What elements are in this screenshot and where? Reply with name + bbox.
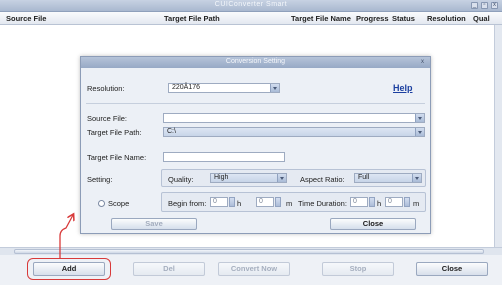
close-button[interactable]: Close: [416, 262, 488, 276]
app-titlebar: CUIConverter Smart _ ▫ x: [0, 0, 502, 12]
column-source-file[interactable]: Source File: [6, 14, 46, 23]
resolution-value: 220Â176: [172, 84, 201, 91]
aspect-ratio-label: Aspect Ratio:: [300, 175, 345, 184]
maximize-button[interactable]: ▫: [481, 2, 488, 9]
source-file-label: Source File:: [87, 114, 128, 123]
help-link[interactable]: Help: [393, 83, 413, 93]
list-header: Source File Target File Path Target File…: [0, 12, 502, 25]
duration-hours-spinner-icon[interactable]: [369, 197, 375, 207]
duration-minutes-spinner-icon[interactable]: [404, 197, 410, 207]
begin-from-label: Begin from:: [168, 199, 207, 208]
duration-hours-unit: h: [377, 199, 382, 208]
app-title: CUIConverter Smart: [214, 1, 288, 8]
aspect-ratio-value: Full: [358, 174, 370, 181]
duration-hours-input[interactable]: 0: [350, 197, 368, 207]
dialog-close-button[interactable]: Close: [330, 218, 416, 230]
dialog-title: Conversion Setting: [225, 58, 286, 65]
source-file-browse-icon[interactable]: [415, 114, 424, 122]
resolution-label: Resolution:: [87, 84, 125, 93]
duration-minutes-unit: m: [413, 199, 420, 208]
begin-minutes-spinner-icon[interactable]: [275, 197, 281, 207]
save-button[interactable]: Save: [111, 218, 197, 230]
begin-hours-spinner-icon[interactable]: [229, 197, 235, 207]
begin-minutes-unit: m: [286, 199, 293, 208]
separator: [86, 103, 425, 104]
minimize-button[interactable]: _: [471, 2, 478, 9]
scope-radio[interactable]: [98, 200, 105, 207]
quality-label: Quality:: [168, 175, 194, 184]
aspect-ratio-dropdown-icon[interactable]: [412, 174, 421, 182]
target-path-browse-icon[interactable]: [415, 128, 424, 136]
horizontal-scrollbar-thumb[interactable]: [14, 249, 484, 254]
add-button[interactable]: Add: [33, 262, 105, 276]
target-path-label: Target File Path:: [87, 128, 142, 137]
setting-label: Setting:: [87, 175, 113, 184]
setting-group: Quality: High Aspect Ratio: Full: [161, 169, 426, 187]
begin-hours-unit: h: [237, 199, 242, 208]
stop-button[interactable]: Stop: [322, 262, 394, 276]
resolution-dropdown-icon[interactable]: [270, 84, 279, 92]
del-button[interactable]: Del: [133, 262, 205, 276]
conversion-setting-dialog: Conversion Setting x Resolution: 220Â176…: [80, 56, 431, 234]
dialog-close-icon[interactable]: x: [419, 59, 426, 66]
column-target-file-name[interactable]: Target File Name: [291, 14, 351, 23]
target-path-field[interactable]: C:\: [163, 127, 425, 137]
column-resolution[interactable]: Resolution: [427, 14, 466, 23]
column-progress[interactable]: Progress: [356, 14, 389, 23]
toolbar: Add Del Convert Now Stop Close: [0, 255, 502, 285]
close-window-button[interactable]: x: [491, 2, 498, 9]
quality-select[interactable]: High: [210, 173, 287, 183]
target-name-label: Target File Name:: [87, 153, 147, 162]
dialog-titlebar: Conversion Setting x: [81, 57, 430, 68]
aspect-ratio-select[interactable]: Full: [354, 173, 422, 183]
resolution-select[interactable]: 220Â176: [168, 83, 280, 93]
begin-minutes-input[interactable]: 0: [256, 197, 274, 207]
column-target-file-path[interactable]: Target File Path: [164, 14, 220, 23]
vertical-scrollbar[interactable]: [494, 25, 502, 247]
begin-hours-input[interactable]: 0: [210, 197, 228, 207]
column-quality[interactable]: Qual: [473, 14, 490, 23]
quality-dropdown-icon[interactable]: [277, 174, 286, 182]
column-status[interactable]: Status: [392, 14, 415, 23]
horizontal-scrollbar[interactable]: [0, 247, 502, 255]
scope-label: Scope: [108, 199, 130, 208]
scope-group: Begin from: 0 h 0 m Time Duration: 0 h 0…: [161, 192, 426, 212]
convert-now-button[interactable]: Convert Now: [218, 262, 290, 276]
duration-minutes-input[interactable]: 0: [385, 197, 403, 207]
time-duration-label: Time Duration:: [298, 199, 347, 208]
source-file-field[interactable]: [163, 113, 425, 123]
quality-value: High: [214, 174, 229, 181]
target-name-field[interactable]: [163, 152, 285, 162]
target-path-value: C:\: [167, 128, 176, 135]
